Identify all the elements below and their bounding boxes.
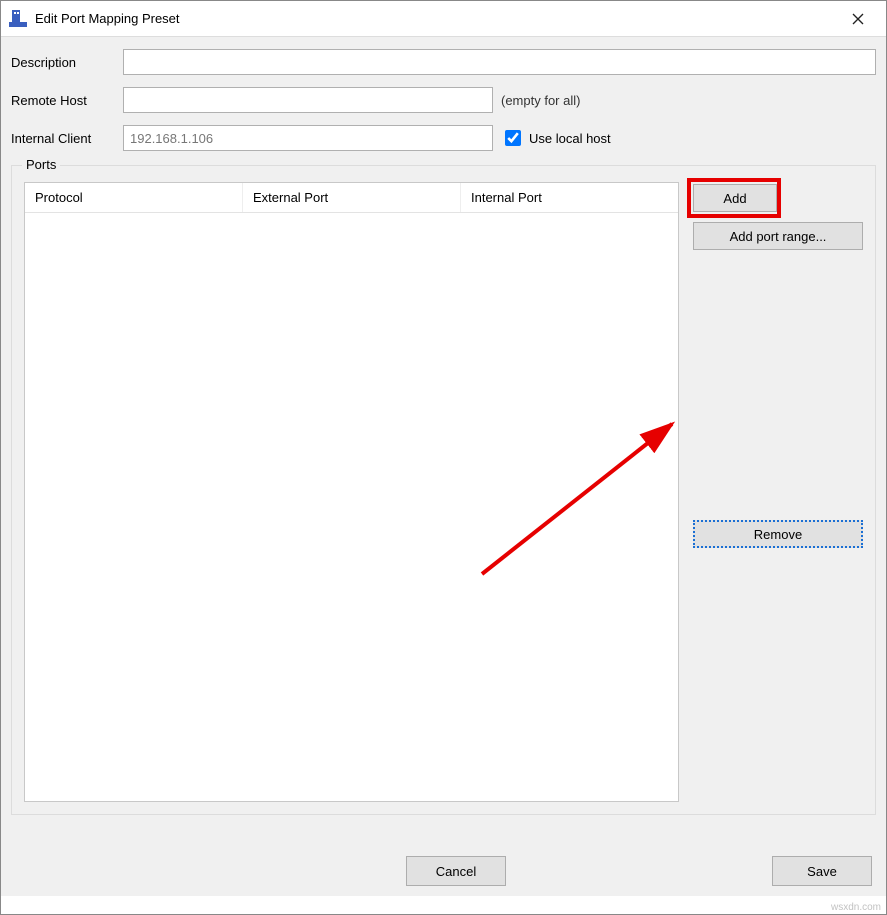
internal-client-label: Internal Client xyxy=(11,131,115,146)
window-title: Edit Port Mapping Preset xyxy=(35,11,180,26)
remote-host-hint: (empty for all) xyxy=(501,93,580,108)
use-local-host-checkbox-input[interactable] xyxy=(505,130,521,146)
close-icon xyxy=(852,13,864,25)
ports-table-header: Protocol External Port Internal Port xyxy=(25,183,678,213)
column-external-port[interactable]: External Port xyxy=(243,183,461,212)
remote-host-label: Remote Host xyxy=(11,93,115,108)
description-label: Description xyxy=(11,55,115,70)
ports-group: Ports Protocol External Port Internal Po… xyxy=(11,165,876,815)
watermark: wsxdn.com xyxy=(828,901,884,914)
internal-client-input xyxy=(123,125,493,151)
titlebar: Edit Port Mapping Preset xyxy=(1,1,886,37)
column-internal-port[interactable]: Internal Port xyxy=(461,183,678,212)
use-local-host-label: Use local host xyxy=(529,131,611,146)
app-icon xyxy=(9,10,27,28)
save-button[interactable]: Save xyxy=(772,856,872,886)
remove-button[interactable]: Remove xyxy=(693,520,863,548)
remote-host-input[interactable] xyxy=(123,87,493,113)
description-input[interactable] xyxy=(123,49,876,75)
use-local-host-checkbox[interactable]: Use local host xyxy=(501,127,611,149)
close-button[interactable] xyxy=(838,3,878,35)
add-port-range-button[interactable]: Add port range... xyxy=(693,222,863,250)
cancel-button[interactable]: Cancel xyxy=(406,856,506,886)
add-button[interactable]: Add xyxy=(693,184,777,212)
ports-legend: Ports xyxy=(22,157,60,172)
column-protocol[interactable]: Protocol xyxy=(25,183,243,212)
ports-table[interactable]: Protocol External Port Internal Port xyxy=(24,182,679,802)
